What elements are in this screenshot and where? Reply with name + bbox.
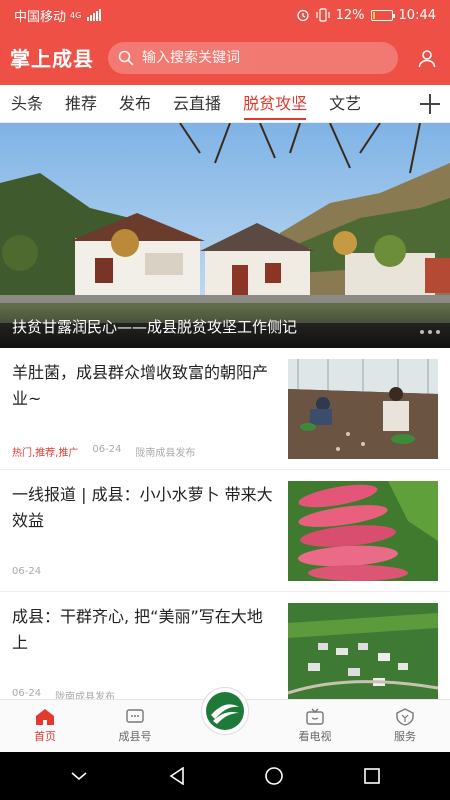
category-tabs: 头条 推荐 发布 云直播 脱贫攻坚 文艺 [0, 85, 450, 123]
nav-label: 成县号 [118, 730, 152, 743]
hero-caption: 扶贫甘露润民心——成县脱贫攻坚工作侧记 [0, 306, 450, 348]
search-bar[interactable] [108, 41, 398, 74]
recents-icon[interactable] [363, 768, 380, 784]
home-icon [36, 709, 54, 725]
status-right: 12% 10:44 [296, 8, 436, 23]
news-item[interactable]: 羊肚菌，成县群众增收致富的朝阳产业~ 热门,推荐,推广 06-24 陇南成县发布 [0, 348, 450, 470]
battery-percent: 12% [335, 7, 365, 23]
news-tags: 热门,推荐,推广 [12, 448, 79, 459]
service-shield-icon [396, 708, 414, 726]
vibrate-icon [316, 8, 330, 22]
search-icon [118, 50, 134, 65]
app-logo-icon [206, 692, 244, 730]
news-title: 羊肚菌，成县群众增收致富的朝阳产业~ [12, 363, 269, 408]
battery-icon [370, 9, 395, 21]
tab-recommend[interactable]: 推荐 [54, 85, 108, 123]
system-navigation-bar [0, 752, 450, 800]
tv-icon [306, 708, 324, 725]
nav-label: 看电视 [298, 730, 332, 743]
nav-chengxian-hao[interactable]: 成县号 [90, 700, 180, 752]
carousel-dots [420, 330, 440, 334]
news-title: 一线报道 | 成县：小小水萝卜 带来大效益 [12, 485, 273, 530]
app-title: 掌上成县 [10, 47, 94, 71]
news-date: 06-24 [92, 444, 122, 455]
tab-cloud-live[interactable]: 云直播 [162, 85, 232, 123]
tab-arts[interactable]: 文艺 [318, 85, 372, 123]
signal-icon [87, 9, 102, 21]
chat-bubble-icon [126, 709, 144, 723]
collapse-chevron-icon[interactable] [70, 770, 88, 782]
village-aerial-photo [288, 603, 438, 699]
news-meta: 06-24 陇南成县发布 [12, 688, 115, 699]
tab-publish[interactable]: 发布 [108, 85, 162, 123]
nav-service[interactable]: 服务 [360, 700, 450, 752]
tab-headlines[interactable]: 头条 [0, 85, 54, 123]
app-header: 掌上成县 [0, 30, 450, 85]
network-type: 4G [70, 10, 82, 20]
center-logo-button[interactable] [201, 687, 249, 735]
back-icon[interactable] [169, 767, 185, 785]
news-source: 陇南成县发布 [55, 692, 116, 699]
tab-poverty-alleviation[interactable]: 脱贫攻坚 [232, 85, 318, 123]
nav-label: 服务 [394, 730, 416, 743]
user-profile-button[interactable] [414, 45, 440, 71]
radish-photo [288, 481, 438, 581]
news-item[interactable]: 成县：干群齐心, 把“美丽”写在大地上 06-24 陇南成县发布 [0, 592, 450, 699]
nav-label: 首页 [34, 730, 56, 743]
news-feed: 羊肚菌，成县群众增收致富的朝阳产业~ 热门,推荐,推广 06-24 陇南成县发布 [0, 348, 450, 699]
news-source: 陇南成县发布 [135, 448, 196, 459]
carrier-info: 中国移动 4G [14, 6, 102, 25]
hero-banner[interactable]: 扶贫甘露润民心——成县脱贫攻坚工作侧记 [0, 123, 450, 348]
news-title: 成县：干群齐心, 把“美丽”写在大地上 [12, 607, 263, 652]
carrier-name: 中国移动 [14, 9, 67, 25]
news-date: 06-24 [12, 566, 42, 577]
home-circle-icon[interactable] [265, 767, 284, 785]
status-bar: 中国移动 4G 12% 10:44 [0, 0, 450, 30]
news-meta: 06-24 [12, 566, 41, 577]
clock: 10:44 [398, 7, 436, 23]
add-tab-icon[interactable] [418, 92, 442, 116]
news-meta: 热门,推荐,推广 06-24 陇南成县发布 [12, 444, 195, 459]
battery-fill [372, 11, 375, 19]
search-input[interactable] [142, 49, 372, 66]
news-date: 06-24 [12, 688, 42, 699]
user-icon [418, 49, 436, 67]
alarm-icon [296, 9, 309, 22]
greenhouse-photo [288, 359, 438, 459]
news-item[interactable]: 一线报道 | 成县：小小水萝卜 带来大效益 06-24 [0, 470, 450, 592]
nav-home[interactable]: 首页 [0, 700, 90, 752]
nav-watch-tv[interactable]: 看电视 [270, 700, 360, 752]
